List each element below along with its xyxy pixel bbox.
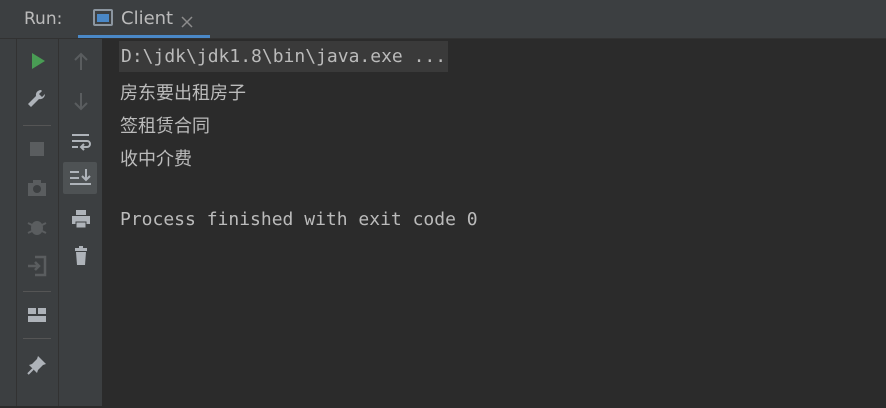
console-output-line: 签租赁合同 <box>120 116 210 137</box>
login-icon[interactable] <box>23 252 51 280</box>
print-icon[interactable] <box>67 205 95 233</box>
console-output-line: 房东要出租房子 <box>120 83 246 104</box>
scroll-to-end-icon[interactable] <box>63 162 97 194</box>
wrench-icon[interactable] <box>23 85 51 113</box>
pin-icon[interactable] <box>23 351 51 379</box>
layout-icon[interactable] <box>23 301 51 329</box>
toolbar-separator <box>23 291 51 292</box>
soft-wrap-icon[interactable] <box>67 127 95 155</box>
console-output[interactable]: D:\jdk\jdk1.8\bin\java.exe ... 房东要出租房子 签… <box>103 39 886 406</box>
close-icon[interactable] <box>181 13 193 32</box>
tab-client-label: Client <box>121 8 174 29</box>
console-output-line: 收中介费 <box>120 149 192 170</box>
camera-icon[interactable] <box>23 174 51 202</box>
rerun-icon[interactable] <box>23 47 51 75</box>
toolbar-separator <box>23 125 51 126</box>
arrow-up-icon[interactable] <box>67 48 95 76</box>
bug-icon[interactable] <box>23 213 51 241</box>
toolbar-separator <box>23 338 51 339</box>
trash-icon[interactable] <box>67 242 95 270</box>
console-window-icon <box>92 8 114 32</box>
tab-client[interactable]: Client <box>78 0 210 38</box>
run-label: Run: <box>24 9 63 29</box>
run-actions-toolbar <box>17 39 59 406</box>
console-command-line: D:\jdk\jdk1.8\bin\java.exe ... <box>119 41 449 72</box>
bookmarks-side-strip[interactable]: arks <box>0 39 17 406</box>
process-finished-message: Process finished with exit code 0 <box>120 209 478 230</box>
console-actions-toolbar <box>59 39 103 406</box>
arrow-down-icon[interactable] <box>67 87 95 115</box>
run-tool-window-header: Run: Client <box>0 0 886 39</box>
tab-active-indicator <box>78 35 210 38</box>
stop-icon[interactable] <box>23 135 51 163</box>
